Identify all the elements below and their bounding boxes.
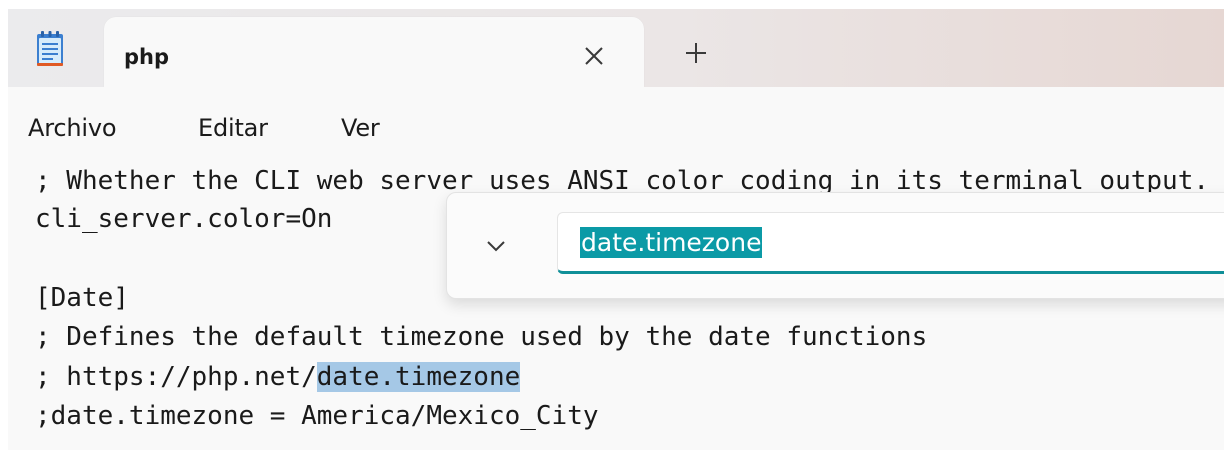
menu-bar: Archivo Editar Ver — [8, 87, 1224, 159]
editor-line: cli_server.color=On — [35, 204, 333, 234]
editor-line: ; Defines the default timezone used by t… — [35, 322, 928, 352]
selected-text: date.timezone — [316, 362, 521, 392]
close-icon[interactable] — [578, 40, 610, 72]
menu-view[interactable]: Ver — [341, 113, 380, 143]
editor-line: ; https://php.net/date.timezone — [35, 358, 521, 396]
find-panel: date.timezone — [446, 192, 1224, 299]
notepad-window: php Archivo Editar Ver ; Whether the CLI… — [8, 9, 1224, 450]
menu-edit[interactable]: Editar — [198, 113, 268, 143]
plus-icon[interactable] — [680, 37, 712, 69]
editor-line: ;date.timezone = America/Mexico_City — [35, 401, 599, 431]
chevron-down-icon[interactable] — [481, 231, 511, 261]
find-query: date.timezone — [580, 227, 763, 258]
tab-php[interactable]: php — [104, 17, 644, 87]
editor-line: [Date] — [35, 283, 129, 313]
title-bar: php — [8, 9, 1224, 87]
notepad-icon — [37, 31, 63, 66]
find-input[interactable]: date.timezone — [557, 212, 1224, 274]
editor-line-text: ; https://php.net/ — [35, 362, 317, 392]
menu-file[interactable]: Archivo — [28, 113, 117, 143]
tab-title: php — [124, 45, 170, 69]
